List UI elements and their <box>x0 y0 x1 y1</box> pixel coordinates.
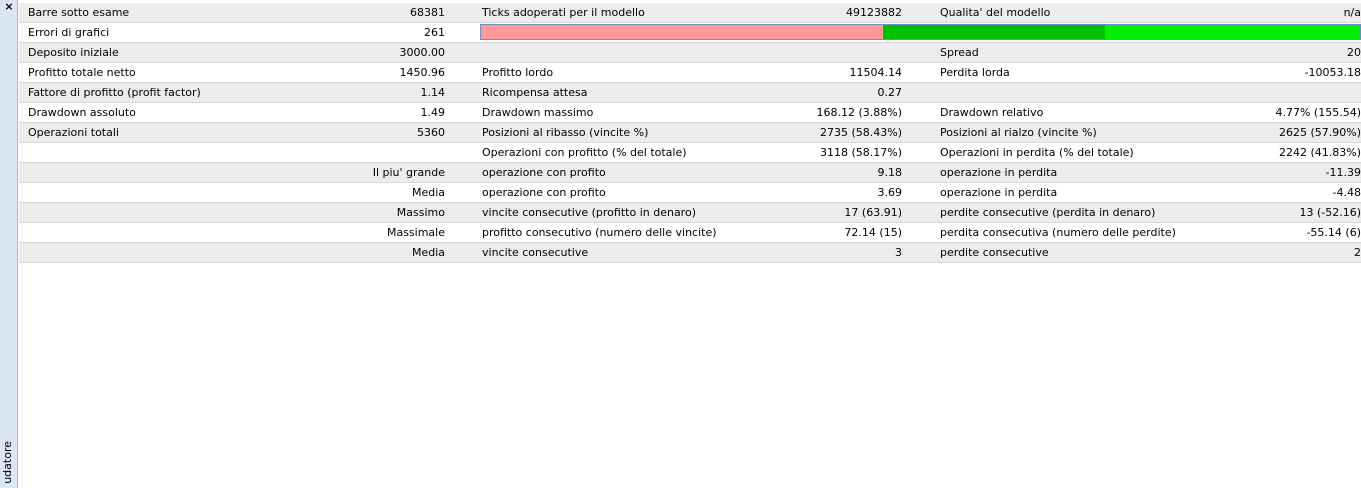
report-row: Barre sotto esame 68381 Ticks adoperati pe… <box>19 3 1361 23</box>
metric-value: -10053.18 <box>1304 66 1361 79</box>
metric-label: operazione con profito <box>482 166 606 179</box>
metric-value: 49123882 <box>846 6 902 19</box>
quality-bar-segment <box>883 25 1105 39</box>
metric-value: 1450.96 <box>399 66 446 79</box>
report-row: Operazioni totali 5360 Posizioni al ribass… <box>19 123 1361 143</box>
metric-label: vincite consecutive (profitto in denaro) <box>482 206 696 219</box>
metric-value: 2625 (57.90%) <box>1278 126 1361 139</box>
metric-label <box>940 83 1240 102</box>
report-row: Il piu' grande operazione con profito 9.18… <box>19 163 1361 183</box>
metric-value: 3000.00 <box>399 46 446 59</box>
metric-label: Drawdown massimo <box>482 106 594 119</box>
report-row: Profitto totale netto 1450.96 Profitto lor… <box>19 63 1361 83</box>
metric-value: 11504.14 <box>849 66 903 79</box>
metric-label: Perdita lorda <box>940 66 1010 79</box>
metric-value: -4.48 <box>1332 186 1361 199</box>
report-row: Deposito iniziale 3000.00 Spread 20 <box>19 43 1361 63</box>
metric-label <box>28 143 358 162</box>
metric-label: Drawdown relativo <box>940 106 1044 119</box>
metric-value: 0.27 <box>877 86 903 99</box>
side-panel-strip: × udatore <box>0 0 18 488</box>
report-row: Drawdown assoluto 1.49 Drawdown massimo 168… <box>19 103 1361 123</box>
metric-label: Profitto totale netto <box>28 66 136 79</box>
metric-label: Posizioni al ribasso (vincite %) <box>482 126 649 139</box>
metric-value: 9.18 <box>877 166 903 179</box>
metric-value: n/a <box>1343 6 1361 19</box>
metric-label: Operazioni con profitto (% del totale) <box>482 146 687 159</box>
metric-label: Ticks adoperati per il modello <box>482 6 645 19</box>
report-row: Media vincite consecutive 3 perdite consecu… <box>19 243 1361 263</box>
metric-value <box>349 143 445 162</box>
metric-label: Fattore di profitto (profit factor) <box>28 86 201 99</box>
metric-value: 3118 (58.17%) <box>819 146 902 159</box>
metric-label: Qualita' del modello <box>940 6 1051 19</box>
metric-label: Barre sotto esame <box>28 6 130 19</box>
metric-value: 72.14 (15) <box>844 226 902 239</box>
metric-label: Operazioni in perdita (% del totale) <box>940 146 1134 159</box>
metric-value: 4.77% (155.54) <box>1275 106 1361 119</box>
metric-value: 2735 (58.43%) <box>819 126 902 139</box>
metric-label: Deposito iniziale <box>28 46 119 59</box>
metric-label: operazione con profito <box>482 186 606 199</box>
report-row: Fattore di profitto (profit factor) 1.14 R… <box>19 83 1361 103</box>
metric-value: 68381 <box>410 6 445 19</box>
metric-label: perdite consecutive (perdita in denaro) <box>940 206 1156 219</box>
metric-value <box>779 43 902 62</box>
quality-bar-segment <box>1104 25 1360 39</box>
report-row: Massimale profitto consecutivo (numero de… <box>19 223 1361 243</box>
metric-label: profitto consecutivo (numero delle vinci… <box>482 226 717 239</box>
metric-label: Ricompensa attesa <box>482 86 588 99</box>
metric-value: 20 <box>1347 46 1361 59</box>
metric-label: Operazioni totali <box>28 126 119 139</box>
metric-value: 3 <box>895 246 902 259</box>
metric-label: Spread <box>940 46 979 59</box>
metric-value: 5360 <box>417 126 445 139</box>
metric-label: vincite consecutive <box>482 246 589 259</box>
tester-report-window: × udatore Barre sotto esame 68381 Ticks ad… <box>0 0 1361 488</box>
metric-value: 2242 (41.83%) <box>1278 146 1361 159</box>
side-panel-title: udatore <box>1 441 14 484</box>
report-row: Operazioni con profitto (% del totale) 31… <box>19 143 1361 163</box>
metric-label: perdita consecutiva (numero delle perdit… <box>940 226 1176 239</box>
row-group-label: Il piu' grande <box>372 166 445 179</box>
row-group-label: Massimo <box>396 206 445 219</box>
model-quality-bar <box>480 24 1361 40</box>
metric-value: 1.49 <box>420 106 446 119</box>
metric-label: operazione in perdita <box>940 166 1058 179</box>
metric-label: Posizioni al rialzo (vincite %) <box>940 126 1097 139</box>
metric-label <box>482 43 782 62</box>
metric-label: operazione in perdita <box>940 186 1058 199</box>
metric-label: Drawdown assoluto <box>28 106 136 119</box>
metric-label: perdite consecutive <box>940 246 1049 259</box>
metric-value: -11.39 <box>1325 166 1361 179</box>
metric-label: Errori di grafici <box>28 26 110 39</box>
metric-value: 261 <box>424 26 445 39</box>
row-group-label: Media <box>411 246 445 259</box>
metric-value <box>1219 83 1361 102</box>
row-group-label: Massimale <box>386 226 445 239</box>
metric-value: 3.69 <box>877 186 903 199</box>
report-table: Barre sotto esame 68381 Ticks adoperati pe… <box>19 3 1361 263</box>
metric-value: 13 (-52.16) <box>1299 206 1361 219</box>
metric-value: 2 <box>1354 246 1361 259</box>
quality-bar-segment <box>481 25 884 39</box>
metric-value: 168.12 (3.88%) <box>816 106 902 119</box>
close-icon[interactable]: × <box>3 1 15 13</box>
metric-value: 17 (63.91) <box>844 206 902 219</box>
metric-value: 1.14 <box>420 86 446 99</box>
report-row: Errori di grafici 261 <box>19 23 1361 43</box>
report-row: Media operazione con profito 3.69 operazion… <box>19 183 1361 203</box>
metric-label: Profitto lordo <box>482 66 554 79</box>
metric-value: -55.14 (6) <box>1306 226 1361 239</box>
report-row: Massimo vincite consecutive (profitto in … <box>19 203 1361 223</box>
row-group-label: Media <box>411 186 445 199</box>
